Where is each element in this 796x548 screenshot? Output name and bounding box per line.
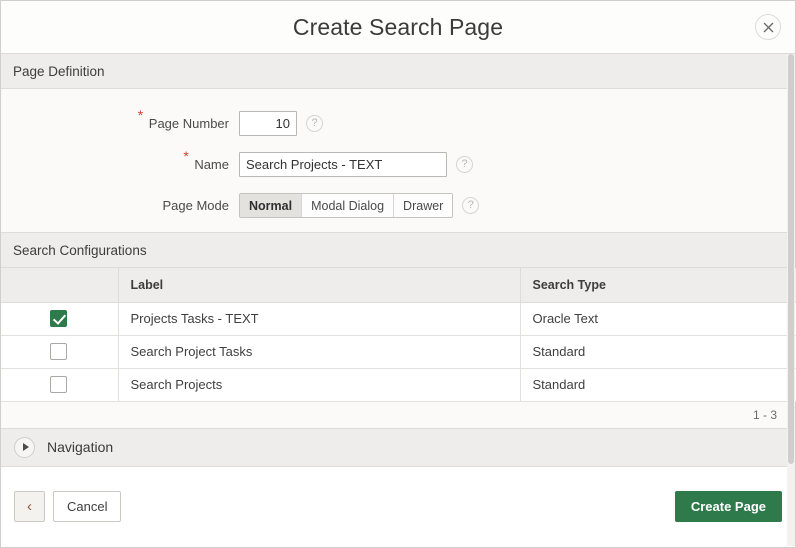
region-title-navigation: Navigation xyxy=(47,439,114,455)
back-button[interactable]: ‹ xyxy=(14,491,45,523)
close-icon[interactable] xyxy=(755,14,781,40)
region-header-search-configurations: Search Configurations xyxy=(1,232,795,268)
pagination-range: 1 - 3 xyxy=(752,407,777,422)
table-row[interactable]: Search Project Tasks Standard xyxy=(1,335,796,369)
label-page-number: * Page Number xyxy=(1,108,239,131)
label-name: * Name xyxy=(1,149,239,172)
form-row-name: * Name ? xyxy=(1,144,795,185)
create-search-page-dialog: Create Search Page Page Definition * Pag… xyxy=(0,0,796,548)
close-glyph xyxy=(763,22,773,32)
page-mode-option-modal-dialog[interactable]: Modal Dialog xyxy=(302,194,395,217)
row-checkbox-cell[interactable] xyxy=(1,368,119,402)
cell-label: Projects Tasks - TEXT xyxy=(118,302,521,336)
region-header-page-definition: Page Definition xyxy=(1,53,795,89)
region-navigation[interactable]: Navigation xyxy=(1,428,795,467)
page-number-input[interactable] xyxy=(239,111,297,136)
table-pagination: 1 - 3 xyxy=(1,401,795,429)
search-configurations-table: Label Search Type Projects Tasks - TEXT … xyxy=(1,268,796,429)
page-mode-option-drawer[interactable]: Drawer xyxy=(394,194,453,217)
cell-search-type: Standard xyxy=(520,335,796,369)
form-row-page-mode: Page Mode Normal Modal Dialog Drawer ? xyxy=(1,185,795,226)
row-checkbox[interactable] xyxy=(50,376,68,394)
row-checkbox-cell[interactable] xyxy=(1,335,119,369)
cell-label: Search Projects xyxy=(118,368,521,402)
table-row[interactable]: Search Projects Standard xyxy=(1,368,796,402)
dialog-footer: ‹ Cancel Create Page xyxy=(1,466,795,547)
help-icon-name[interactable]: ? xyxy=(456,156,473,173)
label-text-page-mode: Page Mode xyxy=(162,198,230,213)
cancel-button[interactable]: Cancel xyxy=(53,491,122,523)
triangle-right-glyph xyxy=(22,443,29,451)
column-header-select xyxy=(1,268,119,303)
page-title: Create Search Page xyxy=(292,13,504,40)
cell-search-type: Standard xyxy=(520,368,796,402)
required-marker-name: * xyxy=(183,148,189,164)
scrollbar-thumb[interactable] xyxy=(788,54,794,464)
column-header-search-type: Search Type xyxy=(520,268,796,303)
row-checkbox[interactable] xyxy=(50,310,68,328)
triangle-right-icon[interactable] xyxy=(14,436,35,458)
label-text-name: Name xyxy=(194,157,229,172)
cell-label: Search Project Tasks xyxy=(118,335,521,369)
required-marker-page-number: * xyxy=(137,107,144,123)
cell-search-type: Oracle Text xyxy=(520,302,796,336)
table-header-row: Label Search Type xyxy=(1,268,796,303)
region-title-search-configurations: Search Configurations xyxy=(13,242,147,258)
row-checkbox-cell[interactable] xyxy=(1,302,119,336)
region-title-page-definition: Page Definition xyxy=(13,63,105,79)
page-mode-option-normal[interactable]: Normal xyxy=(240,194,303,217)
chevron-left-icon: ‹ xyxy=(27,498,32,516)
page-definition-form: * Page Number ? * Name ? xyxy=(1,89,795,232)
row-checkbox[interactable] xyxy=(50,343,68,361)
page-mode-radio-group[interactable]: Normal Modal Dialog Drawer xyxy=(239,193,454,218)
label-text-page-number: Page Number xyxy=(148,116,229,131)
name-input[interactable] xyxy=(239,152,447,177)
form-row-page-number: * Page Number ? xyxy=(1,103,795,144)
column-header-label: Label xyxy=(118,268,521,303)
vertical-scrollbar[interactable] xyxy=(787,54,795,546)
help-icon-page-number[interactable]: ? xyxy=(306,115,323,132)
dialog-titlebar: Create Search Page xyxy=(1,1,795,53)
help-icon-page-mode[interactable]: ? xyxy=(462,197,480,214)
create-page-button[interactable]: Create Page xyxy=(674,491,782,523)
label-page-mode: Page Mode xyxy=(1,198,239,213)
table-row[interactable]: Projects Tasks - TEXT Oracle Text xyxy=(1,302,796,336)
